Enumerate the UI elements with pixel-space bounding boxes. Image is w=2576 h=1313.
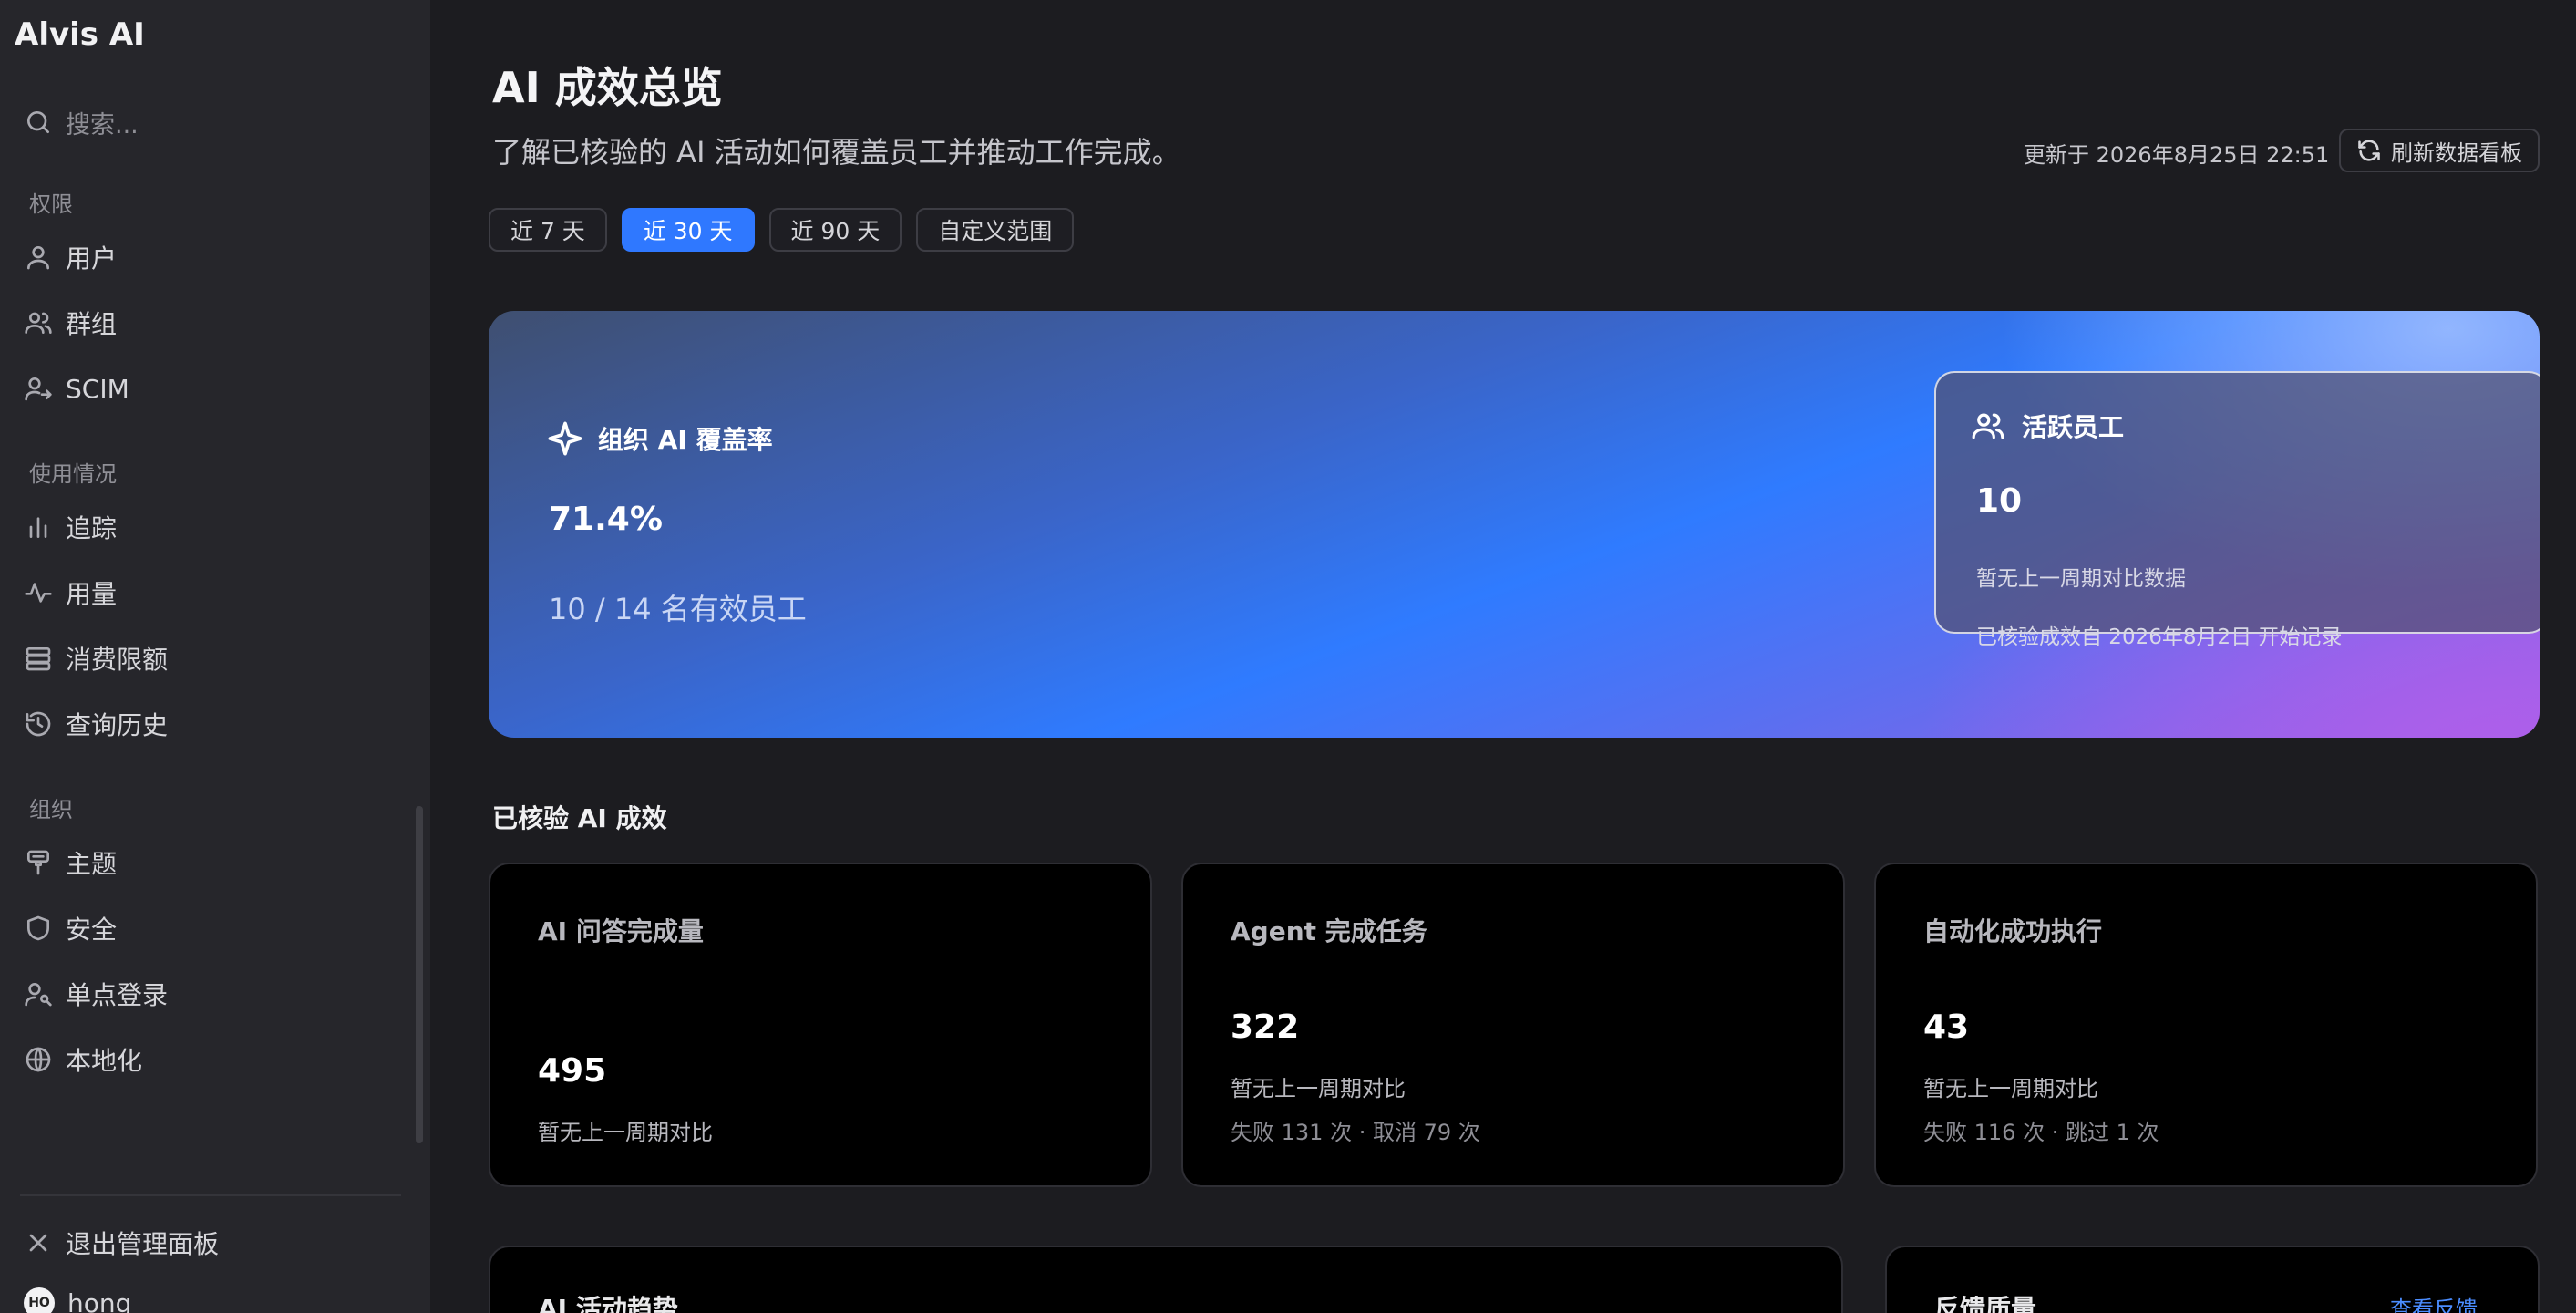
refresh-label: 刷新数据看板 — [2391, 140, 2522, 166]
sidebar-item-spend-limit[interactable]: 消费限额 — [24, 637, 168, 679]
metric-comparison: 暂无上一周期对比 — [1231, 1076, 1406, 1101]
sidebar-item-label: 用户 — [66, 243, 118, 274]
user-icon — [27, 246, 49, 270]
server-stack-icon — [26, 647, 51, 671]
exit-admin-label: 退出管理面板 — [66, 1229, 220, 1259]
metric-value: 495 — [538, 1052, 607, 1090]
sidebar-item-label: 查询历史 — [66, 710, 169, 740]
metric-card-agent: Agent 完成任务 322 暂无上一周期对比 失败 131 次 · 取消 79… — [1181, 863, 1845, 1187]
view-feedback-link[interactable]: 查看反馈 — [2390, 1291, 2478, 1313]
search-placeholder: 搜索... — [66, 110, 139, 140]
metric-comparison: 暂无上一周期对比 — [1923, 1076, 2098, 1101]
active-employees-note: 暂无上一周期对比数据 — [1976, 567, 2186, 591]
sidebar-search[interactable]: 搜索... — [24, 106, 139, 140]
range-tab-custom[interactable]: 自定义范围 — [916, 208, 1075, 252]
section-label-permissions: 权限 — [29, 191, 73, 217]
users-icon — [25, 312, 52, 334]
metric-card-qa: AI 问答完成量 495 暂无上一周期对比 — [489, 863, 1152, 1187]
user-menu[interactable]: HO hong — [24, 1287, 131, 1313]
page-title: AI 成效总览 — [492, 63, 723, 112]
coverage-rate-value: 71.4% — [549, 501, 663, 538]
sidebar-item-groups[interactable]: 群组 — [24, 302, 117, 344]
main-content: AI 成效总览 了解已核验的 AI 活动如何覆盖员工并推动工作完成。 更新于 2… — [430, 0, 2576, 1313]
brand-logo: Alvis AI — [15, 16, 145, 53]
sidebar-item-label: 追踪 — [66, 513, 118, 543]
section-label-organization: 组织 — [29, 797, 73, 822]
user-sync-icon — [25, 377, 52, 401]
verified-section-title: 已核验 AI 成效 — [492, 803, 667, 833]
metric-comparison: 暂无上一周期对比 — [538, 1120, 713, 1145]
sidebar-item-label: 用量 — [66, 579, 118, 609]
sidebar-divider — [20, 1194, 401, 1196]
sidebar-item-query-history[interactable]: 查询历史 — [24, 703, 168, 745]
sidebar-item-label: SCIM — [66, 373, 129, 404]
sidebar-item-users[interactable]: 用户 — [24, 236, 117, 278]
close-icon — [29, 1234, 47, 1252]
active-employees-since: 已核验成效自 2026年8月2日 开始记录 — [1976, 625, 2343, 649]
feedback-quality-card: 反馈质量 查看反馈 — [1885, 1246, 2540, 1313]
metric-card-automation: 自动化成功执行 43 暂无上一周期对比 失败 116 次 · 跳过 1 次 — [1874, 863, 2538, 1187]
range-tab-30d[interactable]: 近 30 天 — [621, 208, 755, 252]
active-employees-card: 活跃员工 10 暂无上一周期对比数据 已核验成效自 2026年8月2日 开始记录 — [1934, 371, 2540, 649]
activity-icon — [25, 583, 52, 603]
refresh-dashboard-button[interactable]: 刷新数据看板 — [2339, 129, 2540, 172]
range-tab-90d[interactable]: 近 90 天 — [768, 208, 902, 252]
sidebar-item-theme[interactable]: 主题 — [24, 842, 117, 884]
section-label-usage: 使用情况 — [29, 461, 117, 487]
updated-timestamp: 更新于 2026年8月25日 22:51 — [2024, 142, 2330, 168]
page-subtitle: 了解已核验的 AI 活动如何覆盖员工并推动工作完成。 — [492, 135, 1181, 170]
sidebar-item-scim[interactable]: SCIM — [24, 367, 129, 409]
coverage-title-text: 组织 AI 覆盖率 — [598, 425, 773, 455]
sidebar-item-tracking[interactable]: 追踪 — [24, 506, 117, 548]
metric-title: Agent 完成任务 — [1231, 916, 1427, 946]
metric-title: 自动化成功执行 — [1923, 916, 2103, 946]
history-icon — [26, 711, 51, 737]
coverage-hero-card: 组织 AI 覆盖率 71.4% 10 / 14 名有效员工 活跃员工 10 暂无… — [489, 311, 2540, 738]
feedback-quality-title: 反馈质量 — [1934, 1294, 2037, 1313]
refresh-icon — [2358, 140, 2380, 161]
users-icon — [1972, 413, 2004, 439]
coverage-title: 组织 AI 覆盖率 — [547, 420, 773, 457]
active-employees-value: 10 — [1976, 482, 2023, 520]
range-tab-7d[interactable]: 近 7 天 — [489, 208, 607, 252]
activity-trend-card: AI 活动趋势 — [489, 1246, 1843, 1313]
paintbrush-icon — [27, 850, 49, 875]
sidebar-item-label: 单点登录 — [66, 980, 169, 1010]
exit-admin-button[interactable]: 退出管理面板 — [24, 1222, 219, 1264]
activity-trend-title: AI 活动趋势 — [538, 1294, 678, 1313]
user-name: hong — [67, 1287, 132, 1313]
sidebar-item-label: 主题 — [66, 849, 118, 879]
metric-detail: 失败 116 次 · 跳过 1 次 — [1923, 1120, 2159, 1145]
sidebar-item-consumption[interactable]: 用量 — [24, 572, 117, 614]
metric-detail: 失败 131 次 · 取消 79 次 — [1231, 1120, 1480, 1145]
active-employees-title-text: 活跃员工 — [2022, 412, 2125, 442]
date-range-tabs: 近 7 天 近 30 天 近 90 天 自定义范围 — [489, 208, 1075, 252]
sidebar-item-label: 本地化 — [66, 1046, 143, 1076]
sparkle-icon — [548, 421, 582, 456]
sidebar-item-sso[interactable]: 单点登录 — [24, 973, 168, 1015]
sidebar-item-label: 消费限额 — [66, 645, 169, 675]
user-key-icon — [25, 983, 52, 1007]
sidebar-item-localization[interactable]: 本地化 — [24, 1039, 142, 1080]
metric-value: 43 — [1923, 1008, 1970, 1046]
sidebar-item-label: 群组 — [66, 309, 118, 339]
active-employees-title: 活跃员工 — [1971, 408, 2124, 444]
sidebar: Alvis AI 搜索... 权限 用户 群组 SCIM 使用情况 追踪 用量 … — [0, 0, 430, 1313]
bar-chart-icon — [29, 517, 47, 538]
coverage-caption: 10 / 14 名有效员工 — [549, 592, 807, 626]
sidebar-item-security[interactable]: 安全 — [24, 907, 117, 949]
sidebar-item-label: 安全 — [66, 915, 118, 945]
globe-icon — [26, 1047, 51, 1072]
shield-icon — [27, 915, 49, 941]
avatar: HO — [24, 1287, 55, 1313]
search-icon — [27, 110, 49, 133]
sidebar-scrollbar[interactable] — [416, 806, 423, 1143]
metric-title: AI 问答完成量 — [538, 916, 704, 946]
metric-value: 322 — [1231, 1008, 1300, 1046]
